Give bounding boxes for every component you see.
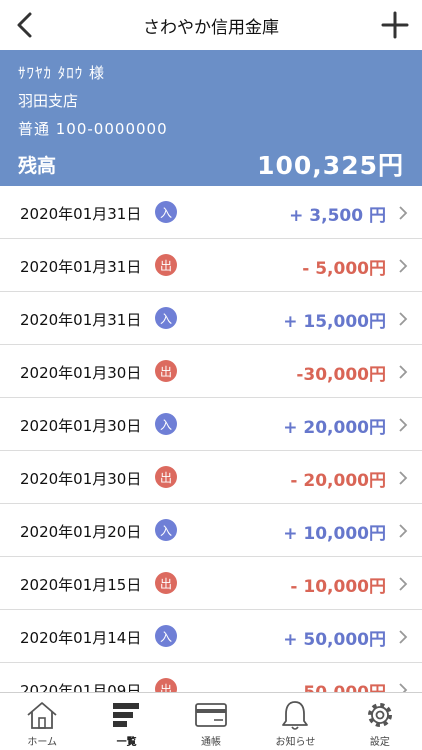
tab-home[interactable]: ホーム [0, 693, 84, 750]
account-number: 普通 100-0000000 [18, 120, 168, 138]
tab-home-label: ホーム [27, 737, 58, 748]
tab-passbook[interactable]: 通帳 [169, 693, 253, 750]
balance-label: 残高 [18, 155, 57, 177]
bottom-tab-bar: ホーム 一覧 通帳 お知らせ 設定 [0, 692, 422, 750]
chevron-right-icon [399, 524, 408, 538]
transaction-row[interactable]: 2020年01月30日 出 - 20,000円 [0, 451, 422, 504]
card-icon [195, 703, 227, 727]
transaction-row[interactable]: 2020年01月14日 入 + 50,000円 [0, 610, 422, 663]
balance-value: 100,325円 [257, 151, 404, 180]
page-title: さわやか信用金庫 [143, 17, 279, 38]
transaction-row[interactable]: 2020年01月30日 入 + 20,000円 [0, 398, 422, 451]
chevron-right-icon [399, 365, 408, 379]
branch-name: 羽田支店 [18, 92, 79, 110]
house-icon [27, 702, 57, 729]
transaction-date: 2020年01月09日 [20, 682, 142, 692]
transaction-amount: - 10,000円 [290, 577, 386, 597]
chevron-right-icon [399, 259, 408, 273]
transaction-date: 2020年01月30日 [20, 364, 142, 382]
transaction-amount: - 50,000円 [290, 678, 386, 692]
transaction-row[interactable]: 2020年01月15日 出 - 10,000円 [0, 557, 422, 610]
tab-notice-label: お知らせ [275, 737, 316, 748]
chevron-right-icon [399, 630, 408, 644]
withdrawal-badge: 出 [155, 254, 177, 276]
transaction-amount: + 3,500 円 [289, 206, 386, 226]
chevron-right-icon [399, 206, 408, 220]
chevron-right-icon [399, 683, 408, 692]
chevron-right-icon [399, 577, 408, 591]
deposit-badge: 入 [155, 307, 177, 329]
tab-notice[interactable]: お知らせ [253, 693, 337, 750]
transaction-row[interactable]: 2020年01月30日 出 -30,000円 [0, 345, 422, 398]
transaction-date: 2020年01月20日 [20, 523, 142, 541]
withdrawal-badge: 出 [155, 572, 177, 594]
transaction-date: 2020年01月30日 [20, 470, 142, 488]
transaction-amount: + 10,000円 [283, 524, 386, 544]
deposit-badge: 入 [155, 413, 177, 435]
bell-icon [282, 701, 309, 730]
deposit-badge: 入 [155, 625, 177, 647]
gear-icon [367, 703, 392, 727]
transaction-date: 2020年01月14日 [20, 629, 142, 647]
account-summary: ｻﾜﾔｶ ﾀﾛｳ 様 羽田支店 普通 100-0000000 残高 100,32… [0, 50, 422, 186]
app-header: さわやか信用金庫 [0, 0, 422, 50]
transaction-amount: + 50,000円 [283, 630, 386, 650]
deposit-badge: 入 [155, 519, 177, 541]
tab-list-label: 一覧 [116, 737, 137, 748]
transaction-date: 2020年01月30日 [20, 417, 142, 435]
chevron-right-icon [399, 312, 408, 326]
transaction-amount: - 5,000円 [302, 259, 386, 279]
plus-icon[interactable] [378, 8, 412, 42]
chevron-left-icon[interactable] [10, 8, 40, 42]
transaction-row[interactable]: 2020年01月31日 入 + 3,500 円 [0, 186, 422, 239]
transaction-row[interactable]: 2020年01月31日 入 + 15,000円 [0, 292, 422, 345]
transaction-row[interactable]: 2020年01月31日 出 - 5,000円 [0, 239, 422, 292]
withdrawal-badge: 出 [155, 466, 177, 488]
withdrawal-badge: 出 [155, 360, 177, 382]
transaction-amount: -30,000円 [296, 365, 386, 385]
transaction-row[interactable]: 2020年01月20日 入 + 10,000円 [0, 504, 422, 557]
tab-passbook-label: 通帳 [201, 737, 222, 748]
list-icon [112, 703, 139, 727]
chevron-right-icon [399, 418, 408, 432]
tab-settings-label: 設定 [369, 737, 390, 748]
transaction-amount: - 20,000円 [290, 471, 386, 491]
tab-settings[interactable]: 設定 [338, 693, 422, 750]
transaction-date: 2020年01月31日 [20, 258, 142, 276]
withdrawal-badge: 出 [155, 678, 177, 692]
transaction-date: 2020年01月31日 [20, 205, 142, 223]
tab-list[interactable]: 一覧 [84, 693, 168, 750]
transaction-list: 2020年01月31日 入 + 3,500 円 2020年01月31日 出 - … [0, 186, 422, 692]
transaction-date: 2020年01月15日 [20, 576, 142, 594]
transaction-amount: + 20,000円 [283, 418, 386, 438]
transaction-date: 2020年01月31日 [20, 311, 142, 329]
account-holder-name: ｻﾜﾔｶ ﾀﾛｳ 様 [18, 64, 106, 82]
chevron-right-icon [399, 471, 408, 485]
transaction-amount: + 15,000円 [283, 312, 386, 332]
deposit-badge: 入 [155, 201, 177, 223]
transaction-row[interactable]: 2020年01月09日 出 - 50,000円 [0, 663, 422, 692]
